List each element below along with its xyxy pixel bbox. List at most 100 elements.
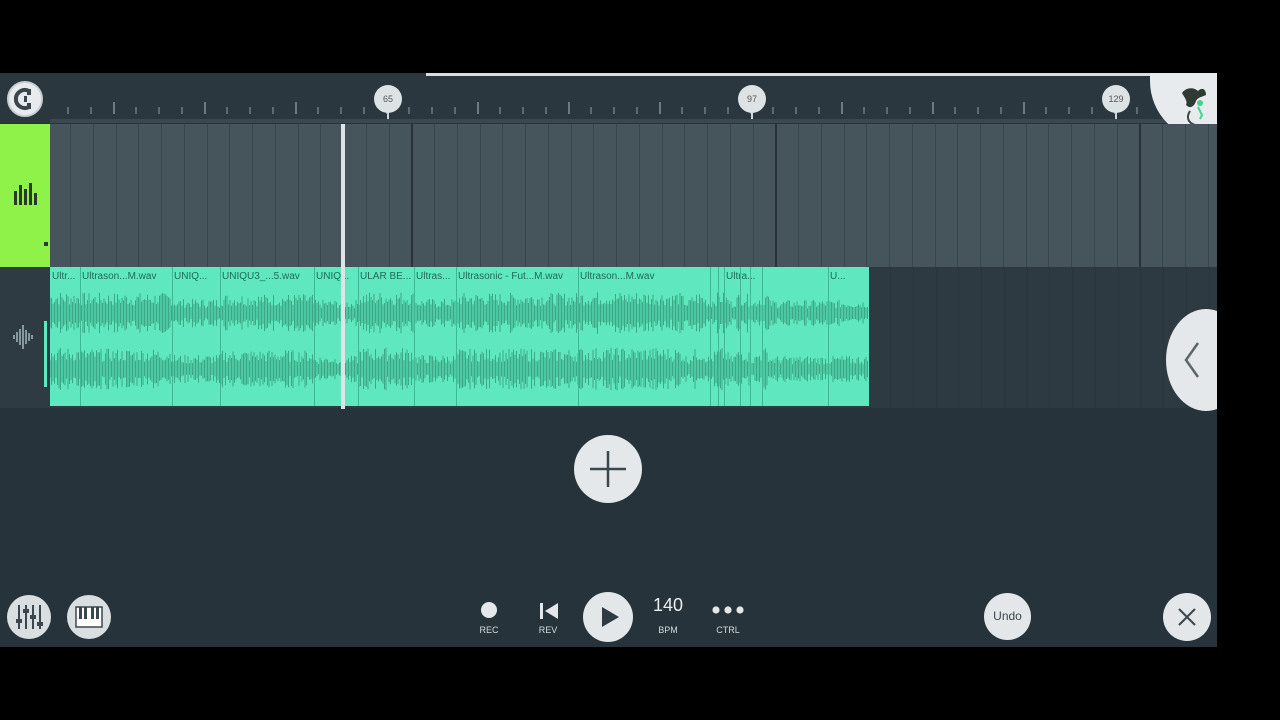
audio-clip-label[interactable]: U... — [830, 271, 868, 282]
grid-line — [502, 124, 503, 267]
audio-track-lane[interactable]: Ultr... Ultrason...M.wav UNIQ... UNIQU3_...… — [50, 267, 1217, 408]
pattern-track-header[interactable] — [0, 124, 50, 267]
timeline-ruler[interactable]: 65 97 129 — [0, 73, 1217, 141]
audio-clip-label[interactable]: Ultras... — [416, 271, 455, 282]
clip-divider — [750, 267, 751, 406]
rewind-button[interactable]: REV — [531, 593, 565, 637]
tempo-control[interactable]: 140 BPM — [643, 591, 693, 639]
clip-divider — [314, 267, 315, 406]
ruler-tick — [454, 107, 456, 114]
grid-line — [935, 124, 936, 267]
grid-line — [798, 124, 799, 267]
audio-clip-label[interactable]: UNIQU3_...5.wav — [222, 271, 313, 282]
undo-label: Undo — [993, 609, 1022, 623]
clip-divider — [358, 267, 359, 406]
grid-line — [411, 124, 413, 267]
grid-line — [775, 124, 777, 267]
clip-divider — [724, 267, 725, 406]
clip-divider — [828, 267, 829, 406]
magnet-icon[interactable] — [7, 81, 43, 117]
ruler-tick — [1045, 107, 1047, 114]
grid-line — [1118, 267, 1119, 408]
record-button[interactable]: REC — [472, 593, 506, 637]
bar-marker[interactable]: 65 — [374, 85, 402, 113]
channel-rack-icon — [14, 183, 37, 205]
ruler-tick — [1023, 102, 1025, 114]
play-icon — [602, 607, 619, 627]
ruler-tick — [954, 107, 956, 114]
rewind-icon — [540, 603, 558, 619]
undo-button[interactable]: Undo — [984, 593, 1031, 640]
audio-clip-label[interactable]: UNIQ... — [174, 271, 219, 282]
audio-clip-label[interactable]: Ultrason...M.wav — [82, 271, 171, 282]
ruler-tick — [363, 107, 365, 114]
more-icon — [712, 606, 744, 614]
track-level-bar — [44, 321, 47, 387]
clip-divider — [740, 267, 741, 406]
ruler-tick — [659, 102, 661, 114]
grid-line — [866, 124, 867, 267]
clip-divider — [456, 267, 457, 406]
grid-line — [1117, 124, 1118, 267]
clip-divider — [414, 267, 415, 406]
grid-line — [981, 267, 982, 408]
grid-line — [1095, 267, 1096, 408]
grid-line — [275, 124, 276, 267]
grid-line — [571, 124, 572, 267]
clip-divider — [172, 267, 173, 406]
audio-clip-label[interactable]: Ultrasonic - Fut...M.wav — [458, 271, 577, 282]
mixer-icon — [16, 605, 43, 629]
bar-marker[interactable]: 97 — [738, 85, 766, 113]
audio-clip-label[interactable]: Ultrason...M.wav — [580, 271, 723, 282]
grid-line — [480, 124, 481, 267]
ruler-tick — [841, 102, 843, 114]
grid-line — [662, 124, 663, 267]
track-mute-dot[interactable] — [44, 242, 48, 246]
playhead[interactable] — [341, 124, 345, 409]
ruler-tick — [522, 107, 524, 114]
pattern-track-lane[interactable] — [50, 124, 1217, 267]
ruler-tick — [499, 107, 501, 114]
clip-divider — [80, 267, 81, 406]
audio-clip-label[interactable]: Ultra... — [726, 271, 827, 282]
scroll-indicator[interactable] — [426, 73, 1160, 76]
audio-clip-label[interactable]: UNIQ... — [316, 271, 357, 282]
ruler-tick — [1068, 107, 1070, 114]
ruler-tick — [249, 107, 251, 114]
ruler-tick — [1136, 107, 1138, 114]
audio-clip-label[interactable]: Ultr... — [52, 271, 79, 282]
play-button[interactable] — [583, 592, 633, 642]
grid-line — [70, 124, 71, 267]
grid-line — [548, 124, 549, 267]
ruler-tick — [408, 107, 410, 114]
piano-icon — [75, 606, 103, 628]
bpm-value: 140 — [652, 595, 684, 615]
playlist-window: 65 97 129 Ultr... Ultrason...M.wav UNIQ.… — [0, 73, 1217, 647]
audio-clip-label[interactable]: ULAR BE... — [360, 271, 413, 282]
ruler-tick — [545, 107, 547, 114]
grid-line — [207, 124, 208, 267]
grid-line — [320, 124, 321, 267]
grid-line — [229, 124, 230, 267]
close-button[interactable] — [1163, 593, 1211, 641]
audio-track-header[interactable] — [0, 267, 50, 408]
piano-roll-button[interactable] — [67, 595, 111, 639]
grid-line — [593, 124, 594, 267]
ruler-tick — [636, 107, 638, 114]
ruler-tick — [863, 107, 865, 114]
grid-line — [1048, 124, 1049, 267]
ruler-tick — [977, 107, 979, 114]
bar-marker[interactable]: 129 — [1102, 85, 1130, 113]
ruler-tick — [295, 102, 297, 114]
grid-line — [1162, 124, 1163, 267]
grid-line — [936, 267, 937, 408]
audio-clips[interactable]: Ultr... Ultrason...M.wav UNIQ... UNIQU3_...… — [50, 267, 869, 406]
grid-line — [1027, 267, 1028, 408]
ctrl-button[interactable]: CTRL — [708, 593, 748, 637]
mixer-button[interactable] — [7, 595, 51, 639]
rec-label: REC — [479, 625, 499, 635]
ruler-tick — [568, 102, 570, 114]
ruler-tick — [886, 107, 888, 114]
ruler-tick — [727, 107, 729, 114]
add-track-button[interactable] — [574, 435, 642, 503]
